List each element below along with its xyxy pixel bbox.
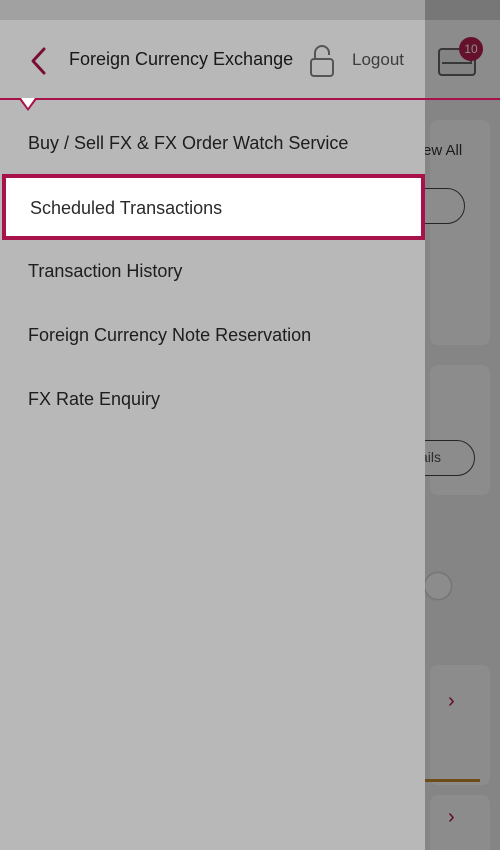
menu-item-currency-note-reservation[interactable]: Foreign Currency Note Reservation	[0, 304, 425, 368]
menu-item-buy-sell-fx[interactable]: Buy / Sell FX & FX Order Watch Service	[0, 112, 425, 176]
page-title: Foreign Currency Exchange	[69, 49, 294, 69]
menu-item-fx-rate-enquiry[interactable]: FX Rate Enquiry	[0, 368, 425, 432]
menu-item-label: FX Rate Enquiry	[28, 389, 161, 409]
menu-item-label: Transaction History	[28, 261, 183, 281]
menu-item-scheduled-transactions[interactable]: Scheduled Transactions	[2, 174, 425, 240]
menu-item-transaction-history[interactable]: Transaction History	[0, 240, 425, 304]
menu-item-label: Buy / Sell FX & FX Order Watch Service	[28, 133, 349, 153]
unlock-icon[interactable]	[309, 44, 335, 78]
status-bar	[0, 0, 425, 20]
back-arrow-icon[interactable]	[28, 46, 50, 76]
header-divider	[0, 98, 500, 100]
menu-item-label: Scheduled Transactions	[30, 198, 223, 218]
side-drawer: Foreign Currency Exchange Logout Buy / S…	[0, 0, 425, 850]
logout-button[interactable]: Logout	[352, 50, 404, 70]
menu-pointer	[19, 98, 37, 111]
menu-item-label: Foreign Currency Note Reservation	[28, 325, 312, 345]
